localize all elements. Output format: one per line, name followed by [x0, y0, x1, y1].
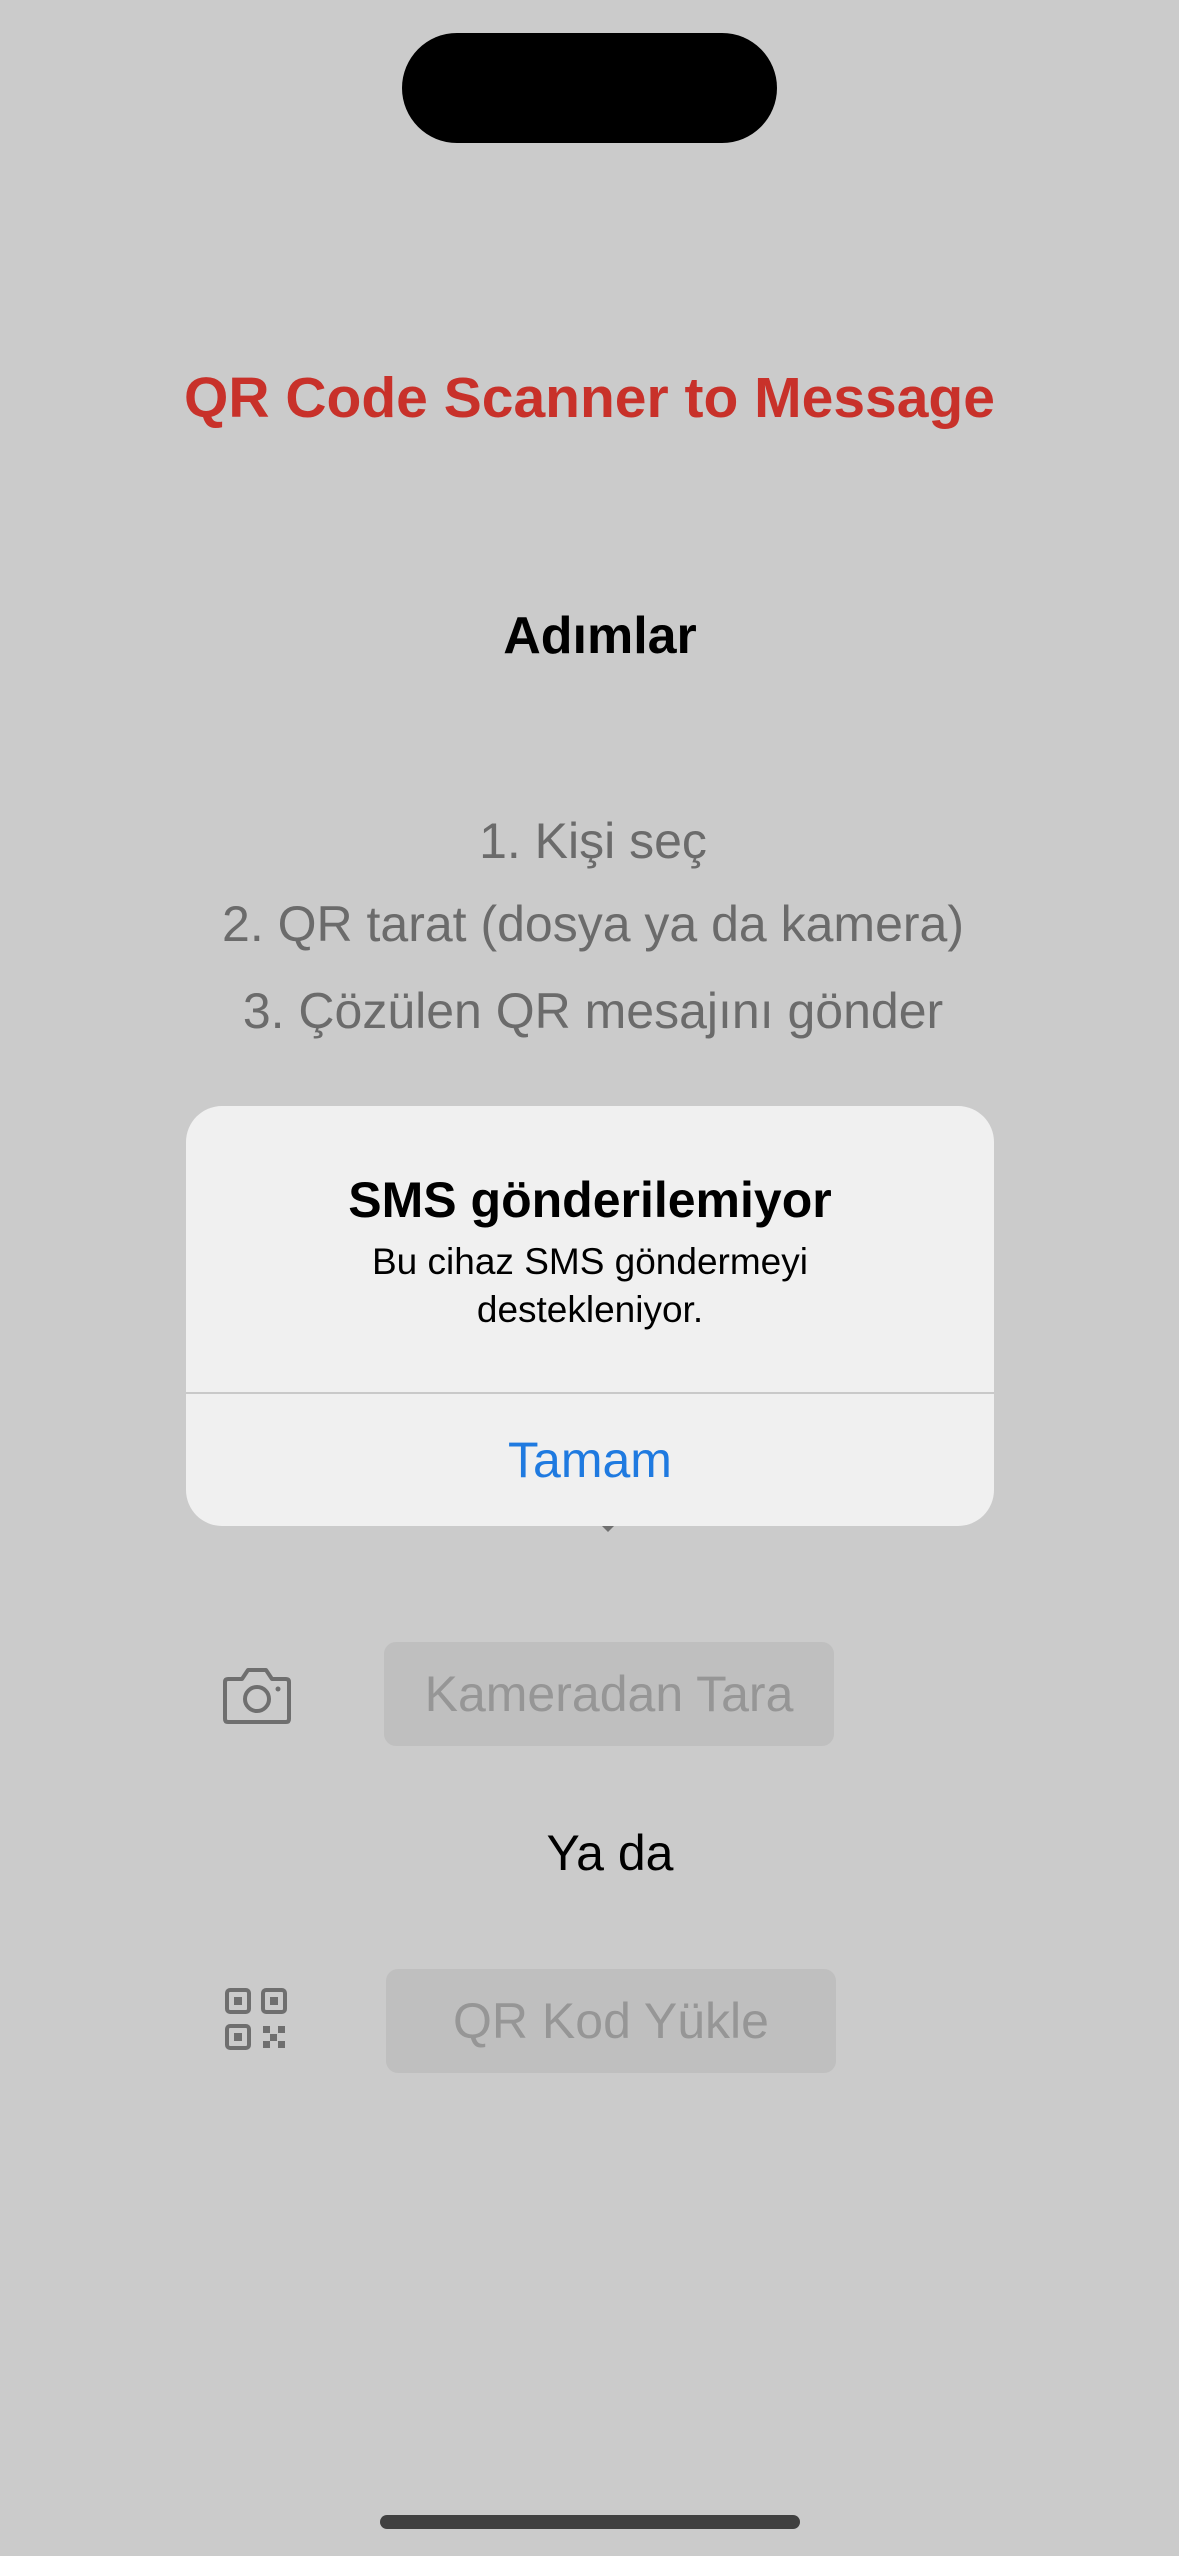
alert-message: Bu cihaz SMS göndermeyi destekleniyor. — [372, 1241, 808, 1330]
step-item-1: 1. Kişi seç — [479, 813, 707, 869]
step-item-3: 3. Çözülen QR mesajını gönder — [242, 983, 944, 1039]
app-title: QR Code Scanner to Message — [184, 366, 995, 430]
or-separator: Ya da — [546, 1825, 674, 1881]
home-indicator[interactable] — [380, 2515, 800, 2529]
alert-ok-button[interactable]: Tamam — [186, 1394, 994, 1526]
qr-code-icon — [224, 1987, 294, 2053]
upload-qr-button[interactable]: QR Kod Yükle — [386, 1969, 836, 2073]
alert-dialog: SMS gönderilemiyor Bu cihaz SMS gönderme… — [186, 1106, 994, 1526]
dynamic-island — [402, 33, 777, 143]
camera-icon — [222, 1661, 292, 1727]
steps-heading: Adımlar — [503, 607, 697, 665]
alert-title: SMS gönderilemiyor — [348, 1172, 832, 1228]
step-item-2: 2. QR tarat (dosya ya da kamera) — [222, 896, 964, 952]
scan-camera-button[interactable]: Kameradan Tara — [384, 1642, 834, 1746]
